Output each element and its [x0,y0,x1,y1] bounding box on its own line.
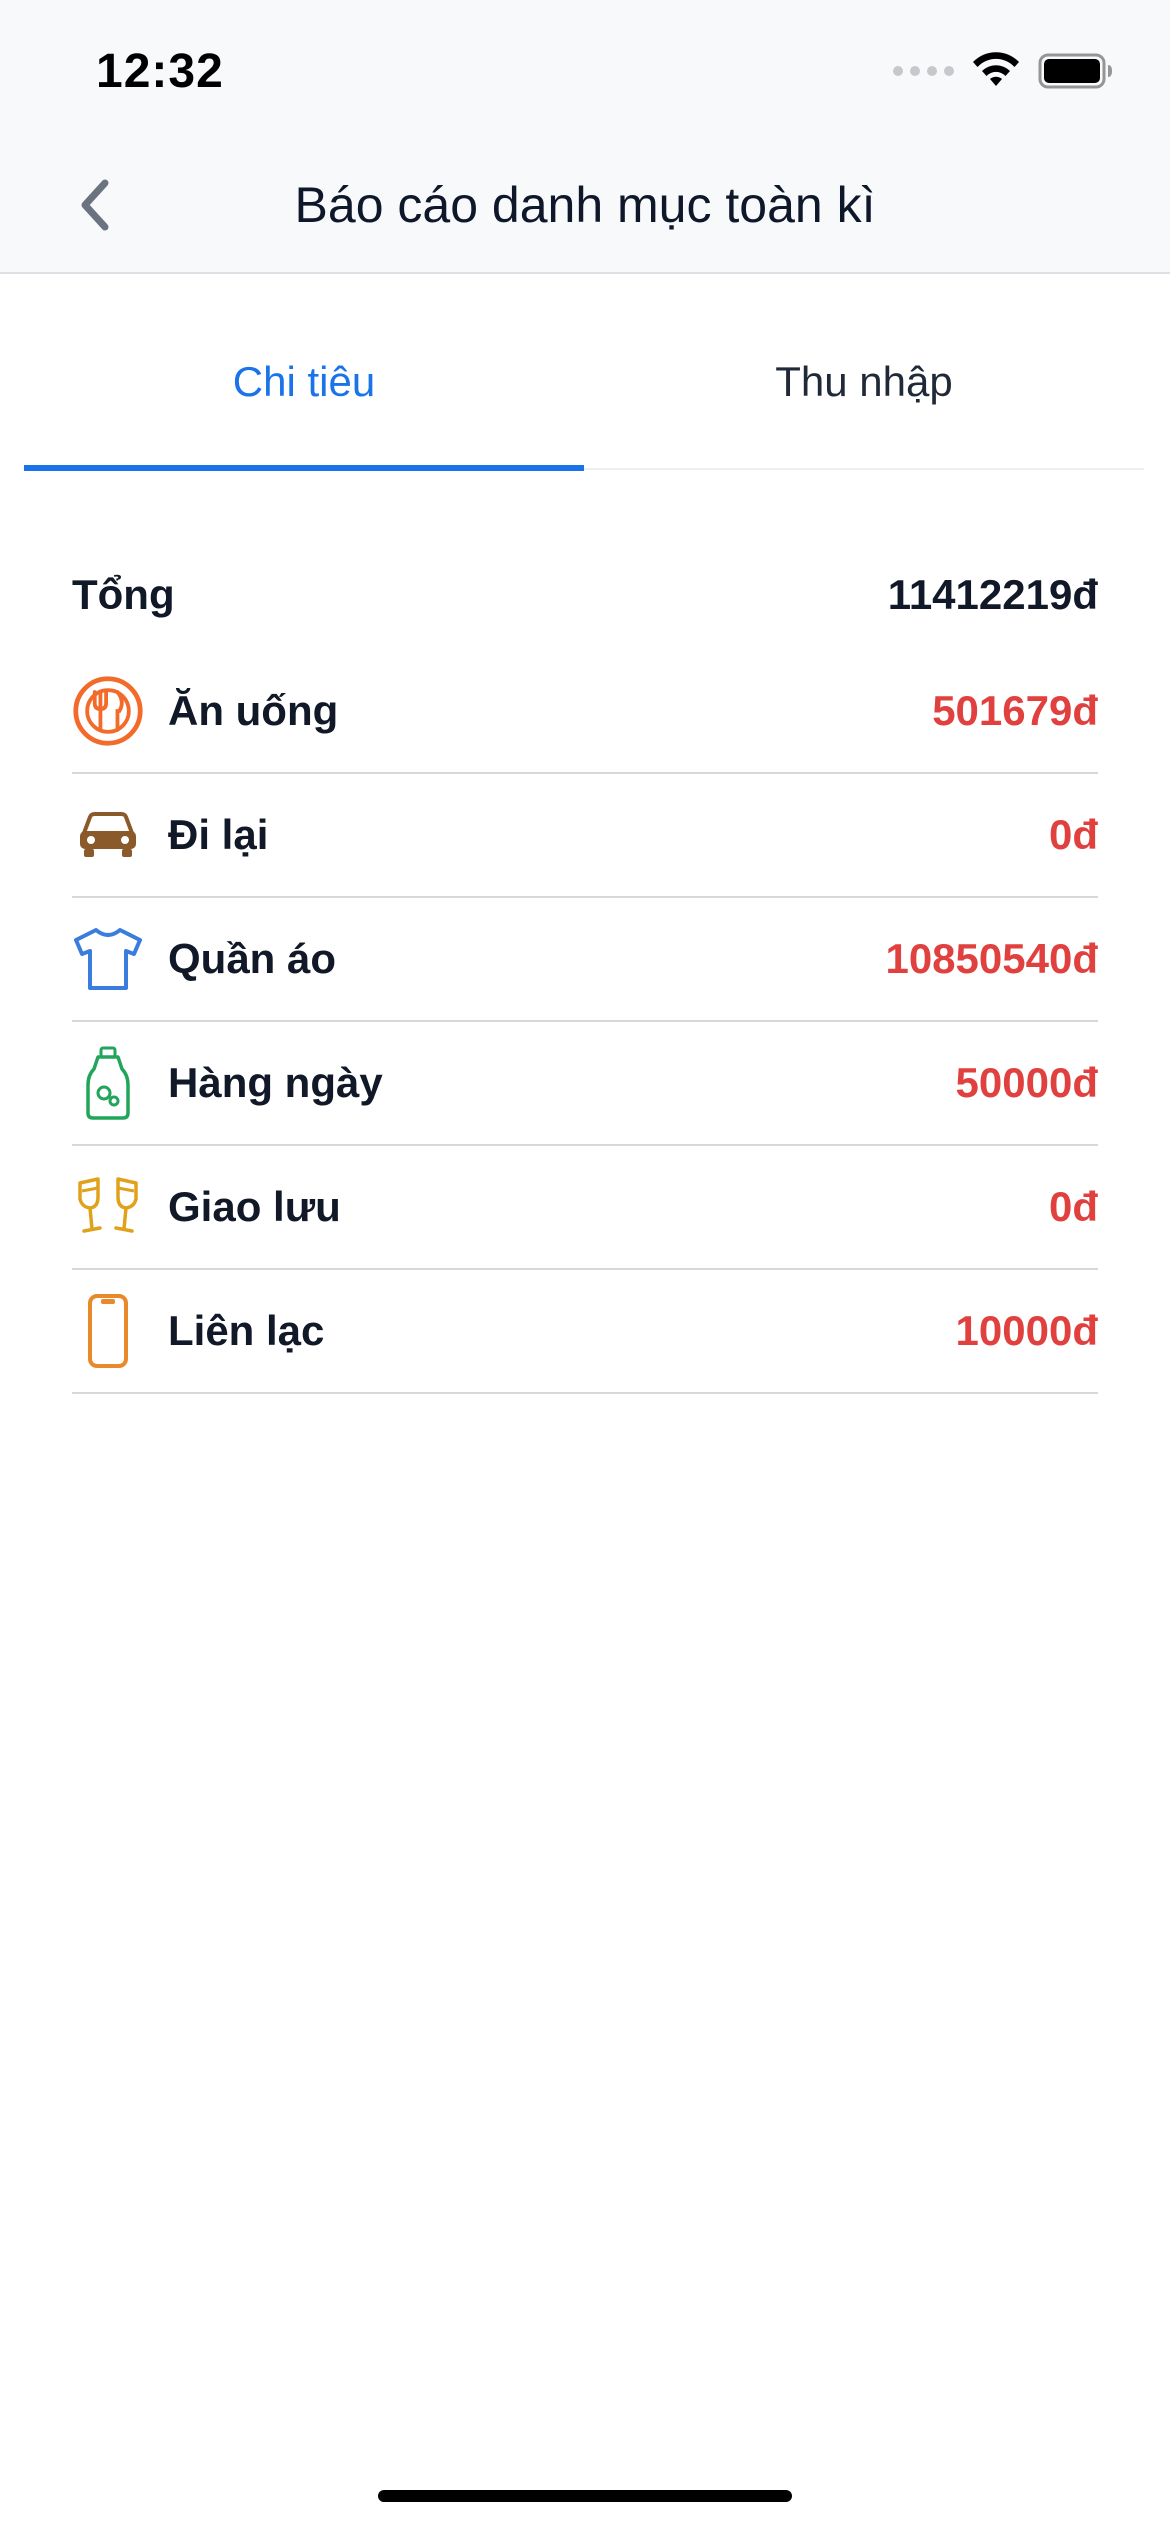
item-label: Giao lưu [168,1183,341,1230]
item-value: 10850540đ [885,935,1098,982]
item-value: 0đ [1048,811,1098,858]
item-label: Ăn uống [168,687,339,734]
total-row: Tổng 11412219đ [72,560,1098,630]
page-title: Báo cáo danh mục toàn kì [294,177,876,233]
detergent-bottle-icon [72,1043,144,1123]
total-value: 11412219đ [887,571,1098,618]
category-list: Ăn uống 501679đ Đi lại 0đ Quần áo 108505… [72,650,1098,1394]
list-item[interactable]: Ăn uống 501679đ [72,650,1098,774]
list-item[interactable]: Hàng ngày 50000đ [72,1022,1098,1146]
tshirt-icon [72,919,144,999]
car-icon [72,795,144,875]
item-label: Liên lạc [168,1307,325,1354]
status-icons [893,52,1114,90]
list-item[interactable]: Liên lạc 10000đ [72,1270,1098,1394]
item-label: Quần áo [168,935,337,982]
tab-bar: Chi tiêu Thu nhập [24,300,1144,471]
tab-income[interactable]: Thu nhập [584,300,1144,468]
list-item[interactable]: Giao lưu 0đ [72,1146,1098,1270]
navigation-bar: Báo cáo danh mục toàn kì [0,140,1170,274]
status-bar: 12:32 [0,0,1170,140]
cheers-glasses-icon [72,1167,144,1247]
tab-expense[interactable]: Chi tiêu [24,300,584,471]
battery-icon [1038,53,1112,89]
item-value: 501679đ [932,687,1098,734]
item-value: 0đ [1048,1183,1098,1230]
home-indicator [378,2490,792,2502]
item-value: 10000đ [955,1307,1098,1354]
status-time: 12:32 [96,45,224,98]
total-label: Tổng [72,571,175,618]
food-icon [72,671,144,751]
phone-icon [72,1291,144,1371]
item-value: 50000đ [955,1059,1098,1106]
list-item[interactable]: Đi lại 0đ [72,774,1098,898]
item-label: Hàng ngày [168,1059,383,1106]
list-item[interactable]: Quần áo 10850540đ [72,898,1098,1022]
cellular-signal-icon [893,66,954,76]
wifi-icon [973,52,1019,86]
item-label: Đi lại [168,811,269,858]
